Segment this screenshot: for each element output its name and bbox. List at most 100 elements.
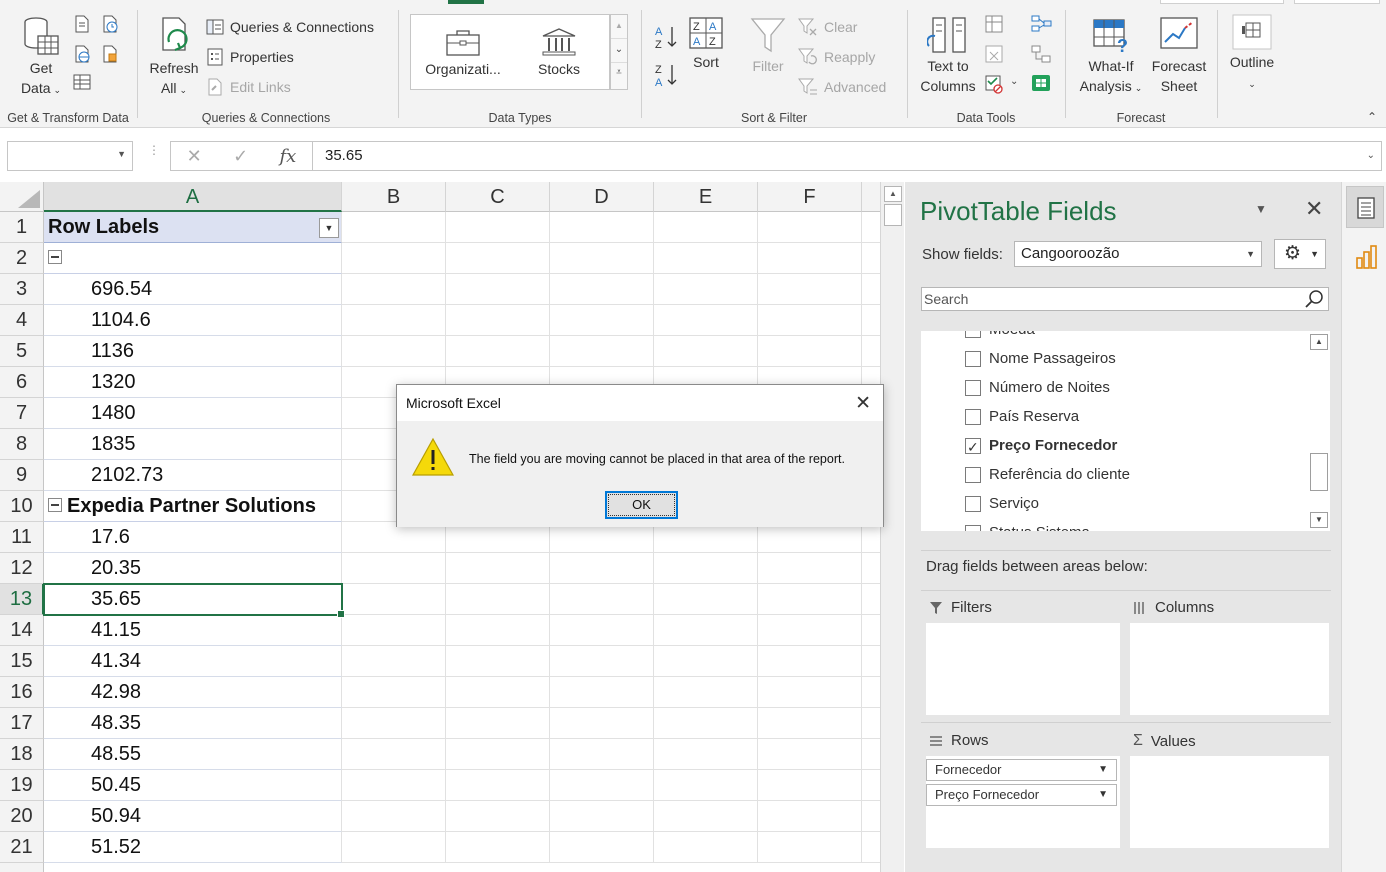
row-header-13[interactable]: 13 (0, 584, 44, 615)
empty-cell[interactable] (862, 708, 880, 739)
cancel-icon[interactable]: ✕ (187, 146, 202, 167)
scroll-thumb[interactable] (884, 204, 902, 226)
empty-cell[interactable] (654, 615, 758, 646)
row-header-18[interactable]: 18 (0, 739, 44, 770)
empty-cell[interactable] (654, 677, 758, 708)
row-field-chip[interactable]: Preço Fornecedor ▼ (926, 784, 1117, 806)
pivot-value-cell[interactable]: 50.94 (44, 801, 342, 832)
sort-az-icon[interactable]: AZ (654, 24, 680, 50)
row-header-5[interactable]: 5 (0, 336, 44, 367)
empty-cell[interactable] (862, 646, 880, 677)
pivot-value-cell[interactable]: 48.35 (44, 708, 342, 739)
chevron-down-icon[interactable]: ▼ (117, 149, 126, 159)
filter-dropdown-icon[interactable]: ▼ (319, 218, 339, 238)
empty-cell[interactable] (758, 553, 862, 584)
empty-cell[interactable] (862, 336, 880, 367)
name-box[interactable]: ▼ (7, 141, 133, 171)
field-item[interactable]: País Reserva (965, 406, 1079, 428)
empty-cell[interactable] (446, 274, 550, 305)
from-table-icon[interactable] (72, 72, 92, 92)
empty-cell[interactable] (654, 646, 758, 677)
data-types-scroll[interactable]: ▲ ⌄ ⩡ (610, 14, 628, 90)
clear-button[interactable]: Clear (798, 17, 857, 37)
field-item[interactable]: Número de Noites (965, 377, 1110, 399)
empty-cell[interactable] (342, 584, 446, 615)
pivot-value-cell[interactable]: 2102.73 (44, 460, 342, 491)
empty-cell[interactable] (862, 739, 880, 770)
pivot-value-cell[interactable]: 51.52 (44, 832, 342, 863)
outline-button[interactable]: Outline ⌄ (1224, 14, 1280, 94)
chevron-down-icon[interactable]: ⌄ (1010, 76, 1018, 87)
field-item[interactable]: Serviço (965, 493, 1039, 515)
empty-cell[interactable] (550, 708, 654, 739)
chevron-down-icon[interactable]: ⌄ (611, 39, 627, 63)
row-header-10[interactable]: 10 (0, 491, 44, 522)
row-header-19[interactable]: 19 (0, 770, 44, 801)
edit-links-button[interactable]: Edit Links (206, 77, 291, 97)
row-header-6[interactable]: 6 (0, 367, 44, 398)
what-if-analysis-button[interactable]: ? What-If Analysis ⌄ (1076, 16, 1146, 98)
chevron-down-icon[interactable]: ▼ (1098, 785, 1108, 805)
empty-cell[interactable] (758, 801, 862, 832)
row-header-12[interactable]: 12 (0, 553, 44, 584)
empty-cell[interactable] (758, 677, 862, 708)
pivot-value-cell[interactable]: 1104.6 (44, 305, 342, 336)
empty-cell[interactable] (654, 212, 758, 243)
row-header-7[interactable]: 7 (0, 398, 44, 429)
empty-cell[interactable] (758, 336, 862, 367)
filters-drop-area[interactable] (926, 623, 1120, 715)
formula-input[interactable]: 35.65 ⌄ (312, 141, 1382, 171)
scroll-thumb[interactable] (1310, 453, 1328, 491)
column-header-e[interactable]: E (654, 182, 758, 212)
empty-cell[interactable] (446, 212, 550, 243)
empty-cell[interactable] (758, 274, 862, 305)
empty-cell[interactable] (446, 243, 550, 274)
empty-cell[interactable] (550, 243, 654, 274)
row-header-1[interactable]: 1 (0, 212, 44, 243)
empty-cell[interactable] (862, 801, 880, 832)
empty-cell[interactable] (446, 553, 550, 584)
empty-cell[interactable] (446, 832, 550, 863)
field-settings-button[interactable]: ⚙ ▼ (1274, 239, 1326, 269)
empty-cell[interactable] (758, 212, 862, 243)
empty-cell[interactable] (550, 801, 654, 832)
column-header-c[interactable]: C (446, 182, 550, 212)
pivot-value-cell[interactable]: 1835 (44, 429, 342, 460)
empty-cell[interactable] (342, 770, 446, 801)
empty-cell[interactable] (446, 770, 550, 801)
relationships-icon[interactable] (1030, 44, 1052, 64)
checkbox-icon[interactable] (965, 525, 981, 531)
empty-cell[interactable] (342, 243, 446, 274)
empty-cell[interactable] (862, 305, 880, 336)
empty-cell[interactable] (862, 584, 880, 615)
empty-cell[interactable] (654, 243, 758, 274)
empty-cell[interactable] (446, 646, 550, 677)
empty-cell[interactable] (654, 739, 758, 770)
field-search-input[interactable]: Search (921, 287, 1329, 311)
empty-cell[interactable] (862, 274, 880, 305)
scroll-up-icon[interactable]: ▲ (884, 186, 902, 202)
row-field-chip[interactable]: Fornecedor ▼ (926, 759, 1117, 781)
empty-cell[interactable] (342, 305, 446, 336)
dialog-titlebar[interactable]: Microsoft Excel ✕ (397, 385, 883, 421)
empty-cell[interactable] (862, 677, 880, 708)
empty-cell[interactable] (342, 739, 446, 770)
field-item[interactable]: Status Sistema (965, 522, 1090, 531)
empty-cell[interactable] (654, 708, 758, 739)
empty-cell[interactable] (654, 274, 758, 305)
empty-cell[interactable] (342, 708, 446, 739)
empty-cell[interactable] (654, 584, 758, 615)
column-header-d[interactable]: D (550, 182, 654, 212)
empty-cell[interactable] (550, 832, 654, 863)
insert-function-icon[interactable]: fx (280, 146, 297, 167)
empty-cell[interactable] (342, 336, 446, 367)
sort-button[interactable]: ZAAZ Sort (684, 16, 728, 72)
pivot-value-cell[interactable]: 50.45 (44, 770, 342, 801)
reapply-button[interactable]: Reapply (798, 47, 875, 67)
pivot-group-row[interactable]: Expedia Partner Solutions (44, 491, 342, 522)
row-header-16[interactable]: 16 (0, 677, 44, 708)
empty-cell[interactable] (758, 832, 862, 863)
empty-cell[interactable] (550, 770, 654, 801)
checkbox-icon[interactable] (965, 380, 981, 396)
empty-cell[interactable] (550, 336, 654, 367)
